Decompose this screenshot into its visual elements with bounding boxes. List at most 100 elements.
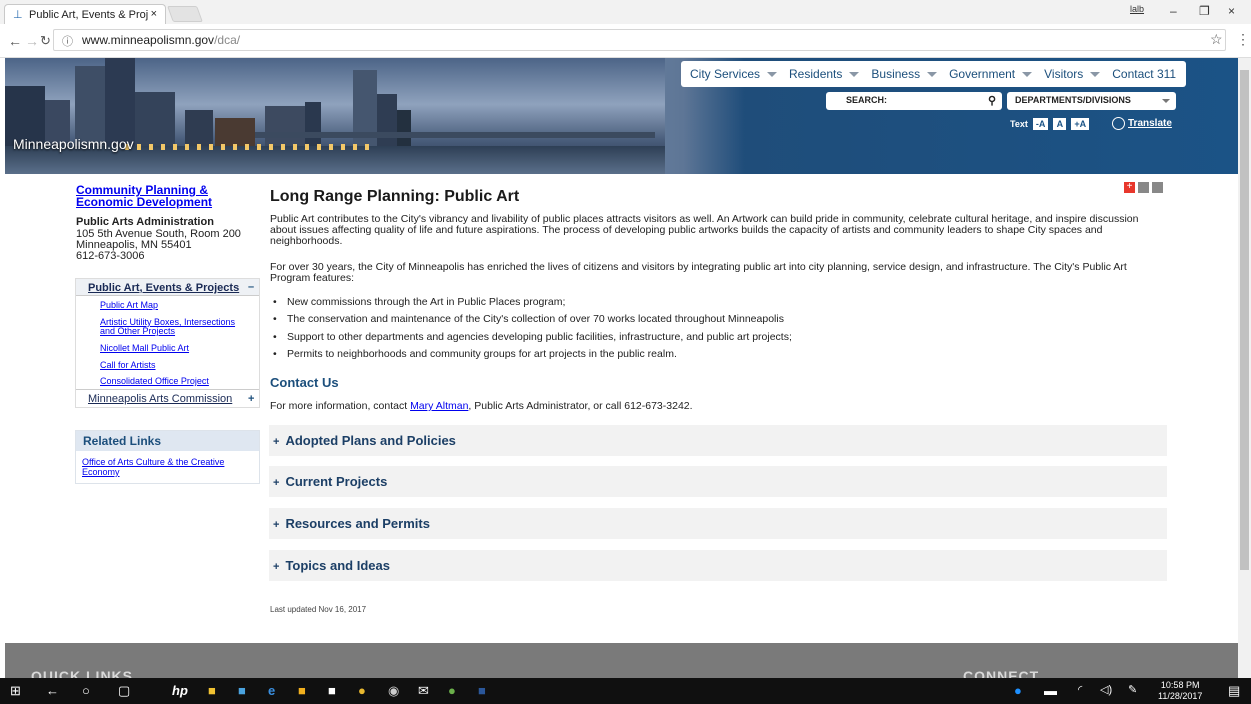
- photos-icon[interactable]: ■: [238, 683, 246, 698]
- contact-name-link[interactable]: Mary Altman: [410, 400, 468, 412]
- accordion-resources-permits[interactable]: + Resources and Permits: [269, 508, 1167, 539]
- notifications-icon[interactable]: ▤: [1228, 683, 1240, 699]
- battery-icon[interactable]: ▬: [1044, 683, 1057, 698]
- back-icon[interactable]: ←: [46, 683, 59, 698]
- word-icon[interactable]: ■: [478, 683, 486, 698]
- bookmark-star-icon[interactable]: ☆: [1210, 31, 1223, 48]
- page-title: Long Range Planning: Public Art: [270, 188, 520, 205]
- tab-close-icon[interactable]: ×: [151, 8, 157, 20]
- footer-quick-links: QUICK LINKS: [31, 668, 133, 678]
- clock-time: 10:58 PM: [1160, 680, 1200, 690]
- accordion-topics-ideas[interactable]: + Topics and Ideas: [269, 550, 1167, 581]
- mail-icon[interactable]: ✉: [418, 683, 429, 699]
- help-icon[interactable]: ●: [1014, 683, 1022, 698]
- expand-toggle[interactable]: +: [248, 393, 254, 405]
- contact-post: , Public Arts Administrator, or call 612…: [468, 400, 693, 412]
- accordion-current-projects[interactable]: + Current Projects: [269, 466, 1167, 497]
- plus-icon: +: [273, 477, 280, 489]
- nav-label: Government: [949, 67, 1016, 81]
- nav-label: City Services: [690, 67, 761, 81]
- hp-icon[interactable]: hp: [172, 683, 188, 698]
- address-bar[interactable]: ⓘ www.minneapolismn.gov/dca/: [53, 29, 1226, 51]
- chevron-down-icon: [927, 71, 938, 77]
- search-input[interactable]: SEARCH: ⚲: [826, 92, 1002, 110]
- nav-government[interactable]: Government: [949, 67, 1033, 81]
- camera-icon[interactable]: ◉: [388, 683, 399, 699]
- chevron-down-icon: [1090, 71, 1101, 77]
- email-icon[interactable]: [1138, 182, 1149, 193]
- office-address: 105 5th Avenue South, Room 200 Minneapol…: [76, 229, 241, 262]
- chrome-alt-icon[interactable]: ●: [448, 683, 456, 698]
- maximize-button[interactable]: ❐: [1199, 4, 1210, 18]
- cortana-icon[interactable]: ○: [82, 683, 90, 698]
- section-nav: Public Art, Events & Projects – Public A…: [75, 278, 260, 408]
- sidebar-item-nicollet-mall[interactable]: Nicollet Mall Public Art: [100, 344, 250, 353]
- chrome-icon[interactable]: ●: [358, 683, 366, 698]
- url-path: /dca/: [214, 33, 241, 47]
- task-view-icon[interactable]: ▢: [118, 683, 130, 699]
- text-size-label: Text: [1010, 119, 1028, 129]
- store-icon[interactable]: ■: [328, 683, 336, 698]
- list-item: New commissions through the Art in Publi…: [273, 296, 565, 308]
- share-plus-icon[interactable]: +: [1124, 182, 1135, 193]
- related-link[interactable]: Office of Arts Culture & the Creative Ec…: [82, 457, 257, 477]
- nav-business[interactable]: Business: [871, 67, 938, 81]
- phone-number: 612-673-3006: [76, 250, 145, 262]
- translate-link[interactable]: Translate: [1112, 117, 1172, 130]
- search-label: SEARCH:: [846, 95, 888, 105]
- window-close-button[interactable]: ×: [1228, 4, 1235, 18]
- wifi-icon[interactable]: ◜: [1078, 683, 1082, 696]
- accordion-label: Adopted Plans and Policies: [285, 433, 456, 448]
- forward-icon[interactable]: →: [25, 33, 39, 49]
- plus-icon: +: [273, 561, 280, 573]
- back-icon[interactable]: ←: [8, 33, 22, 49]
- windows-start-icon[interactable]: ⊞: [10, 683, 21, 699]
- nav-city-services[interactable]: City Services: [690, 67, 778, 81]
- windows-taskbar: ⊞ ← ○ ▢ hp ■ ■ e ■ ■ ● ◉ ✉ ● ■ ● ▬ ◜ ◁) …: [0, 678, 1251, 704]
- chevron-down-icon: [1022, 71, 1033, 77]
- section-title[interactable]: Public Art, Events & Projects: [88, 282, 239, 294]
- nav-label: Visitors: [1044, 67, 1084, 81]
- minimize-button[interactable]: –: [1170, 4, 1177, 18]
- accordion-label: Topics and Ideas: [285, 558, 390, 573]
- volume-icon[interactable]: ◁): [1100, 683, 1112, 696]
- new-tab-button[interactable]: [167, 6, 203, 22]
- nav-visitors[interactable]: Visitors: [1044, 67, 1101, 81]
- commission-link[interactable]: Minneapolis Arts Commission: [88, 393, 232, 405]
- org-link[interactable]: Community Planning & Economic Developmen…: [76, 184, 256, 208]
- reload-icon[interactable]: ↻: [40, 33, 51, 49]
- nav-contact-311[interactable]: Contact 311: [1112, 67, 1176, 81]
- plus-icon: +: [273, 519, 280, 531]
- departments-select[interactable]: DEPARTMENTS/DIVISIONS: [1007, 92, 1176, 110]
- sidebar-item-utility-boxes[interactable]: Artistic Utility Boxes, Intersections an…: [100, 318, 250, 336]
- related-links-title: Related Links: [76, 431, 259, 451]
- text-smaller-button[interactable]: -A: [1032, 118, 1049, 130]
- commission-item[interactable]: Minneapolis Arts Commission +: [76, 389, 259, 408]
- pen-icon[interactable]: ✎: [1128, 683, 1137, 696]
- text-normal-button[interactable]: A: [1053, 118, 1067, 130]
- footer-connect: CONNECT: [963, 668, 1040, 678]
- search-icon[interactable]: ⚲: [988, 94, 996, 107]
- site-logo[interactable]: Minneapolismn.gov: [13, 136, 134, 152]
- info-icon[interactable]: ⓘ: [62, 33, 73, 49]
- sidebar-item-call-for-artists[interactable]: Call for Artists: [100, 361, 250, 370]
- print-icon[interactable]: [1152, 182, 1163, 193]
- file-explorer-icon[interactable]: ■: [298, 683, 306, 698]
- accordion-adopted-plans[interactable]: + Adopted Plans and Policies: [269, 425, 1167, 456]
- profile-label[interactable]: lalb: [1130, 4, 1144, 14]
- paint-icon[interactable]: ■: [208, 683, 216, 698]
- plus-icon: +: [273, 436, 280, 448]
- browser-tab[interactable]: ⊥ Public Art, Events & Proj ×: [4, 4, 166, 24]
- scrollbar-thumb[interactable]: [1240, 70, 1249, 570]
- browser-menu-icon[interactable]: ⋮: [1236, 31, 1250, 48]
- browser-toolbar: ← → ↻ ⓘ www.minneapolismn.gov/dca/ ☆ ⋮: [0, 24, 1251, 58]
- nav-residents[interactable]: Residents: [789, 67, 860, 81]
- text-larger-button[interactable]: +A: [1071, 118, 1090, 130]
- collapse-toggle[interactable]: –: [248, 281, 254, 293]
- edge-icon[interactable]: e: [268, 683, 275, 698]
- sidebar-item-public-art-map[interactable]: Public Art Map: [100, 301, 250, 310]
- sidebar-item-consolidated-office[interactable]: Consolidated Office Project: [100, 377, 250, 386]
- taskbar-clock[interactable]: 10:58 PM 11/28/2017: [1158, 680, 1202, 702]
- section-header[interactable]: Public Art, Events & Projects –: [76, 279, 259, 296]
- vertical-scrollbar[interactable]: [1238, 58, 1251, 678]
